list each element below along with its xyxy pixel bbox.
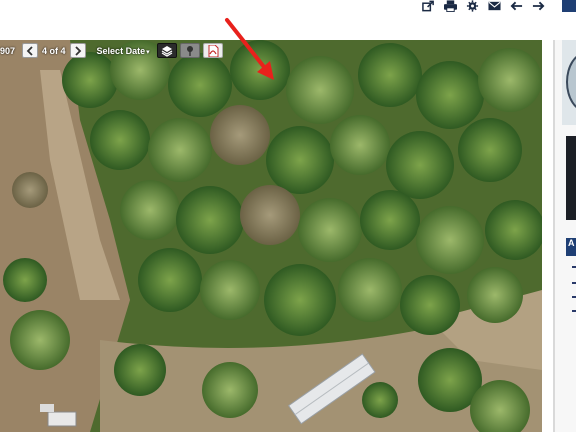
- arrow-right-icon[interactable]: [530, 0, 547, 12]
- image-count: 4 of 4: [42, 45, 66, 56]
- aerial-image-viewer[interactable]: [0, 40, 542, 432]
- share-icon[interactable]: [420, 0, 437, 12]
- layers-icon: [161, 45, 172, 57]
- arrow-left-icon[interactable]: [508, 0, 525, 12]
- annotation-arrow: [225, 18, 274, 80]
- sidebar-section-tab[interactable]: A: [566, 238, 576, 256]
- gear-icon[interactable]: [464, 0, 481, 12]
- header-toolbar: [420, 0, 547, 12]
- aerial-photo: [0, 40, 542, 432]
- sidebar-text-mark: [572, 296, 576, 298]
- sidebar-thumbnail[interactable]: [562, 40, 576, 125]
- select-date-label: Select Date: [96, 45, 146, 56]
- chevron-right-icon: [74, 45, 81, 56]
- pdf-icon: [208, 44, 219, 57]
- print-icon[interactable]: [442, 0, 459, 12]
- chevron-left-icon: [26, 45, 33, 56]
- sidebar-text-mark: [572, 266, 576, 268]
- pin-icon: [186, 45, 193, 56]
- sidebar-text-mark: [572, 310, 576, 312]
- header-corner-tab[interactable]: [562, 0, 576, 12]
- mail-icon[interactable]: [486, 0, 503, 12]
- pin-button[interactable]: [179, 43, 200, 58]
- caret-down-icon: ▾: [146, 48, 150, 56]
- layers-button[interactable]: [156, 43, 177, 58]
- sidebar-dark-panel: [566, 136, 576, 220]
- viewer-toolbar: 907 4 of 4 Select Date▾: [0, 42, 223, 59]
- page: 907 4 of 4 Select Date▾ A: [0, 0, 576, 432]
- image-id-fragment: 907: [0, 45, 16, 56]
- select-date-dropdown[interactable]: Select Date▾: [97, 46, 150, 56]
- sidebar-text-mark: [572, 282, 576, 284]
- previous-image-button[interactable]: [22, 43, 39, 58]
- sidebar-divider: [553, 40, 555, 432]
- next-image-button[interactable]: [69, 43, 86, 58]
